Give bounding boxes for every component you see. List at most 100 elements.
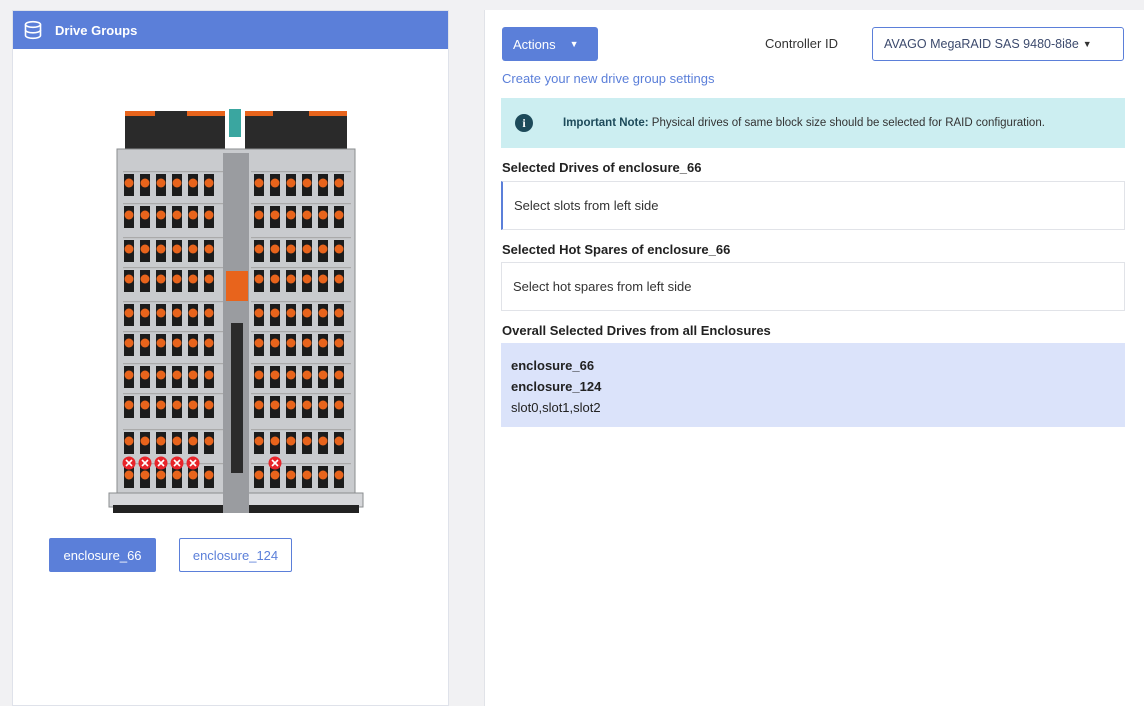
drive-group-settings-panel: Actions ▼ Controller ID AVAGO MegaRAID S…: [484, 10, 1144, 706]
drive-slot: [270, 400, 280, 410]
drive-slot: [334, 338, 344, 348]
drive-slot: [318, 210, 328, 220]
drive-slot: [302, 436, 312, 446]
drive-slot: [286, 400, 296, 410]
top-fan-right: [245, 111, 347, 151]
controller-id-value: AVAGO MegaRAID SAS 9480-8i8e: [884, 37, 1079, 51]
important-note-text: Important Note: Physical drives of same …: [563, 117, 1045, 129]
drive-slot: [188, 244, 198, 254]
controller-id-select[interactable]: AVAGO MegaRAID SAS 9480-8i8e ▼: [872, 27, 1124, 61]
drive-slot: [124, 370, 134, 380]
drive-slot: [140, 308, 150, 318]
drive-slot: [140, 178, 150, 188]
drive-slot: [172, 178, 182, 188]
drive-slot: [140, 370, 150, 380]
caret-down-icon: ▼: [1082, 39, 1092, 49]
enclosure-chassis-image[interactable]: [95, 103, 375, 518]
drive-slot: [334, 178, 344, 188]
drive-slot: [124, 338, 134, 348]
hot-spares-placeholder: Select hot spares from left side: [513, 279, 692, 294]
drive-slot: [318, 178, 328, 188]
drive-slot: [188, 370, 198, 380]
drive-groups-header: Drive Groups: [13, 11, 448, 49]
drive-slot: [334, 210, 344, 220]
database-icon: [23, 20, 43, 40]
drive-slot: [188, 308, 198, 318]
drive-slot: [172, 210, 182, 220]
controller-id-label: Controller ID: [765, 36, 838, 51]
drive-slot: [140, 470, 150, 480]
drive-slot: [334, 370, 344, 380]
drive-slot: [124, 470, 134, 480]
drive-slot: [188, 470, 198, 480]
drive-slot: [270, 274, 280, 284]
drive-slot: [156, 274, 166, 284]
drive-slot: [140, 274, 150, 284]
drive-slot: [204, 210, 214, 220]
drive-slot: [302, 274, 312, 284]
selected-drives-box[interactable]: Select slots from left side: [501, 181, 1125, 230]
row-divider: [123, 393, 223, 395]
row-divider: [123, 237, 223, 239]
drive-slot: [254, 210, 264, 220]
row-divider: [251, 171, 351, 173]
drive-slot: [124, 178, 134, 188]
row-divider: [123, 331, 223, 333]
actions-dropdown-button[interactable]: Actions ▼: [502, 27, 598, 61]
drive-slot: [286, 338, 296, 348]
hot-spares-box[interactable]: Select hot spares from left side: [501, 262, 1125, 311]
drive-slot: [334, 470, 344, 480]
selected-drives-title: Selected Drives of enclosure_66: [502, 160, 702, 175]
drive-slot: [270, 436, 280, 446]
drive-slot: [270, 470, 280, 480]
drive-slot: [334, 308, 344, 318]
drive-slot: [318, 470, 328, 480]
info-icon: i: [515, 114, 533, 132]
overall-selected-drives: enclosure_66 enclosure_124 slot0,slot1,s…: [501, 343, 1125, 427]
top-latch: [309, 111, 347, 116]
drive-slot: [302, 244, 312, 254]
row-divider: [123, 301, 223, 303]
drive-slot: [286, 210, 296, 220]
row-divider: [123, 363, 223, 365]
drive-slot: [254, 274, 264, 284]
drive-slot: [140, 436, 150, 446]
drive-slot: [124, 308, 134, 318]
drive-groups-title: Drive Groups: [55, 22, 138, 38]
drive-slot: [254, 244, 264, 254]
drive-slot: [318, 400, 328, 410]
top-latch: [245, 111, 273, 116]
row-divider: [251, 331, 351, 333]
drive-slot: [302, 308, 312, 318]
drive-slot: [254, 178, 264, 188]
drive-slot: [172, 308, 182, 318]
center-module: [231, 323, 243, 473]
row-divider: [251, 267, 351, 269]
drive-slot: [334, 244, 344, 254]
enclosure-66-button[interactable]: enclosure_66: [49, 538, 156, 572]
drive-slot: [254, 338, 264, 348]
drive-slot: [124, 274, 134, 284]
drive-slot: [156, 338, 166, 348]
row-divider: [251, 363, 351, 365]
drive-slot: [270, 210, 280, 220]
drive-slot: [156, 400, 166, 410]
row-divider: [123, 171, 223, 173]
row-divider: [251, 429, 351, 431]
drive-slot: [254, 400, 264, 410]
drive-slot: [156, 210, 166, 220]
drive-slot: [302, 210, 312, 220]
drive-slot: [156, 436, 166, 446]
drive-slot: [172, 274, 182, 284]
drive-slot: [286, 470, 296, 480]
important-note-label: Important Note:: [563, 117, 649, 129]
drive-slot: [204, 308, 214, 318]
drive-slot: [302, 338, 312, 348]
drive-slot: [188, 436, 198, 446]
create-drive-group-link[interactable]: Create your new drive group settings: [502, 71, 714, 86]
drive-slot: [318, 274, 328, 284]
row-divider: [251, 237, 351, 239]
drive-slot: [156, 178, 166, 188]
enclosure-124-button[interactable]: enclosure_124: [179, 538, 292, 572]
important-note-body: Physical drives of same block size shoul…: [648, 117, 1045, 129]
